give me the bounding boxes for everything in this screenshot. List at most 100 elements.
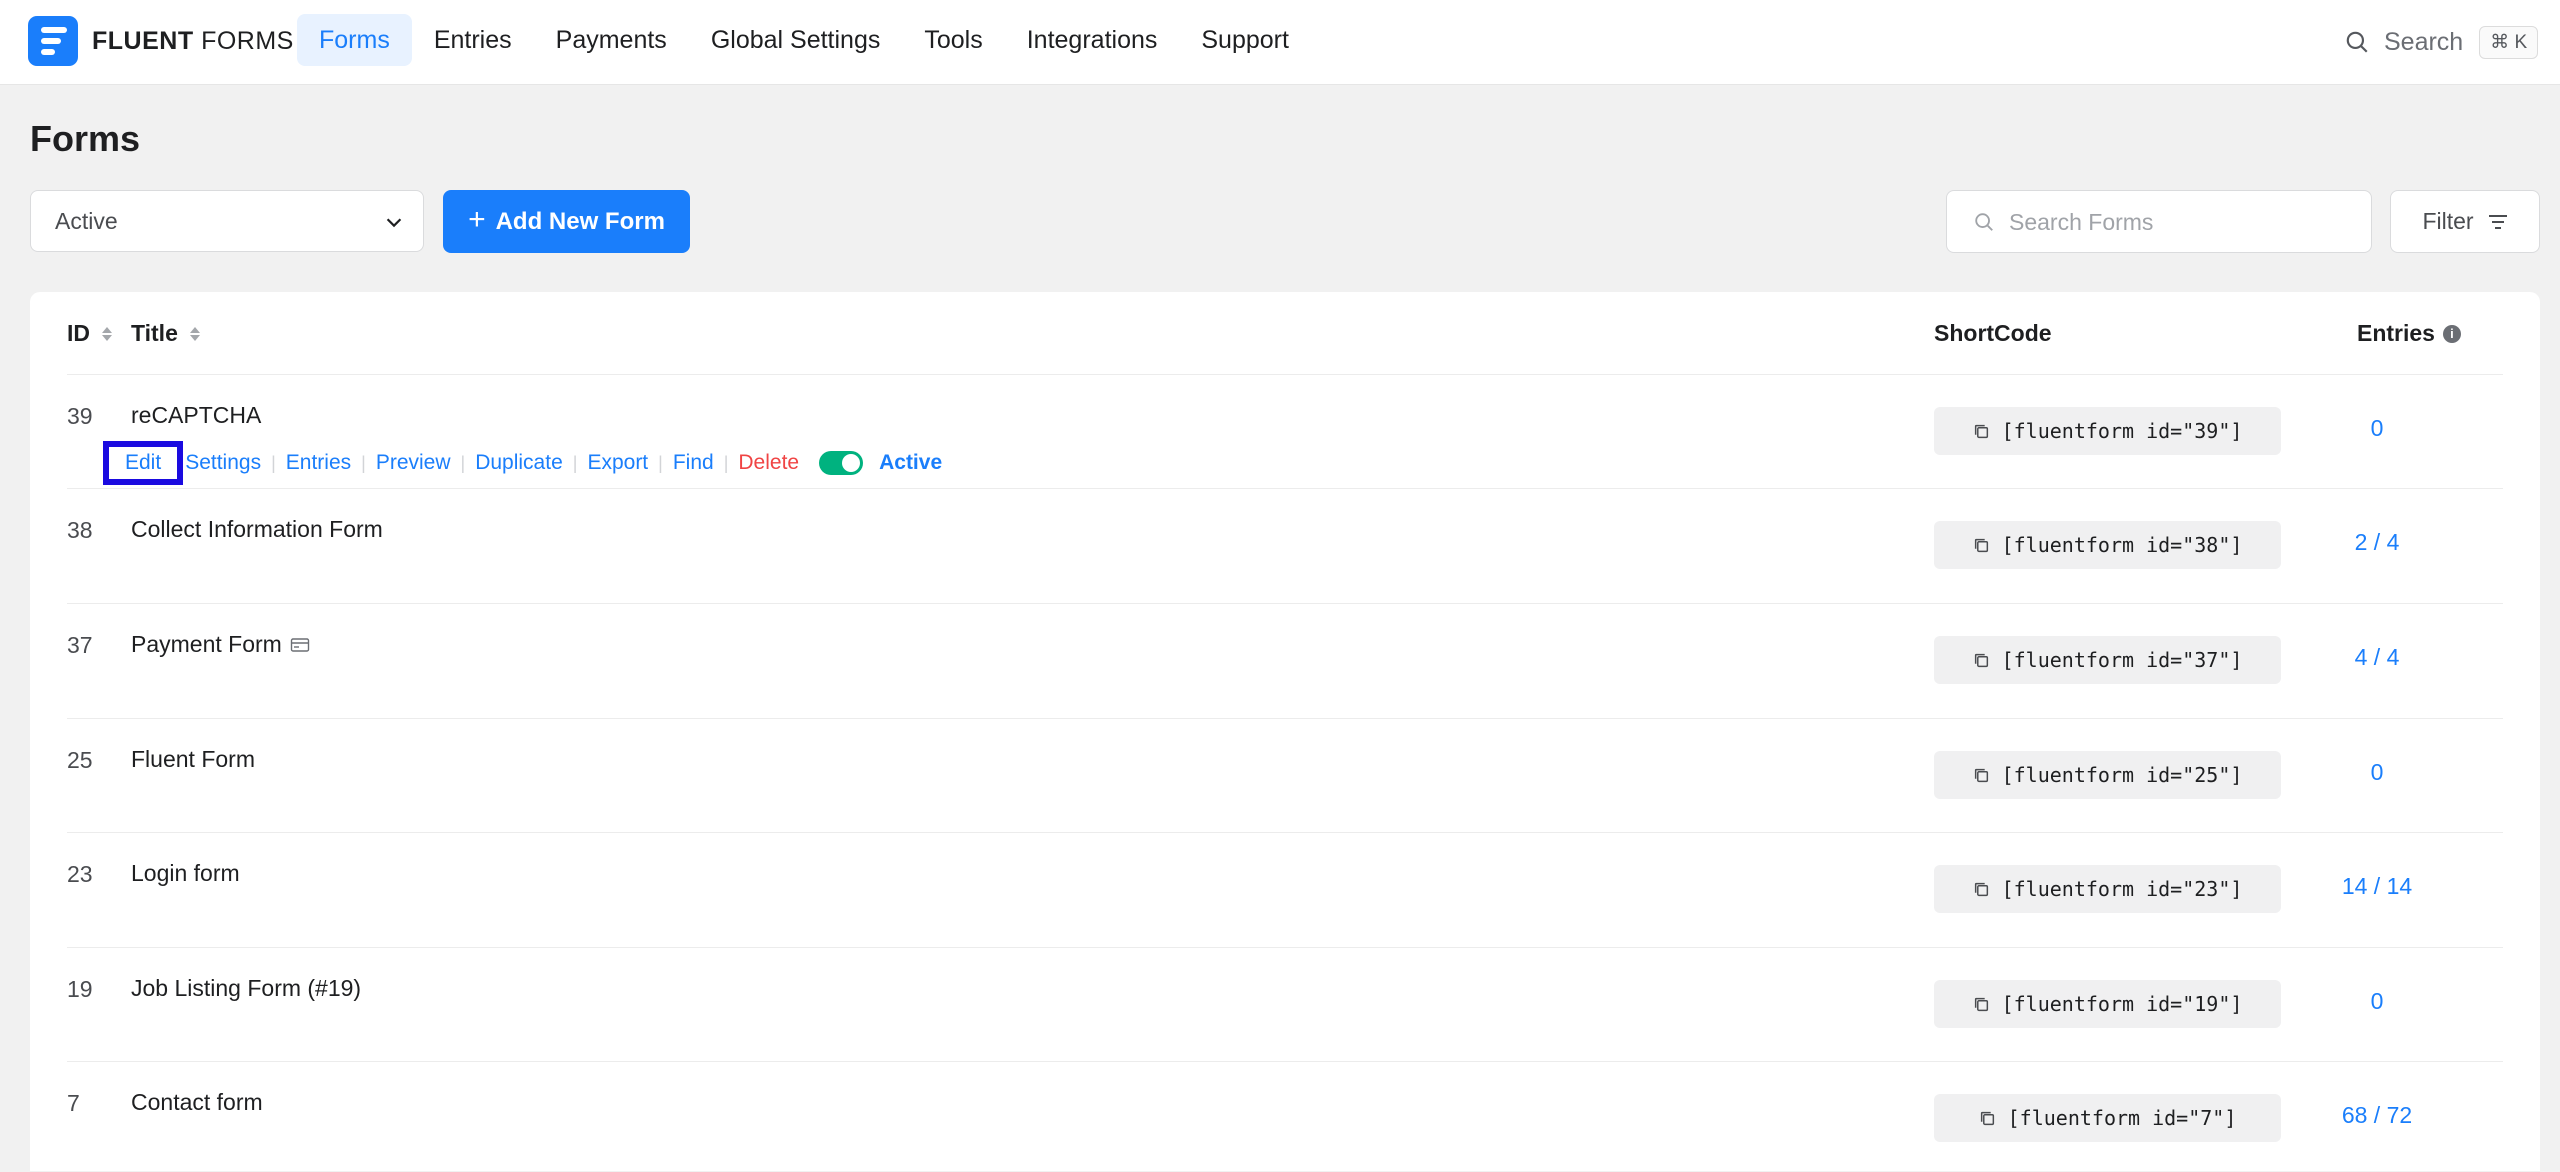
column-header-shortcode: ShortCode <box>1934 320 2052 347</box>
separator: | <box>723 452 729 473</box>
entries-count[interactable]: 4 / 4 <box>2287 644 2467 671</box>
separator: | <box>460 452 466 473</box>
add-new-form-label: Add New Form <box>495 207 665 235</box>
form-id: 19 <box>67 976 93 1002</box>
nav-support[interactable]: Support <box>1179 14 1311 66</box>
shortcode-copy-button[interactable]: [fluentform id="19"] <box>1934 980 2281 1028</box>
column-header-entries-label: Entries <box>2357 320 2435 346</box>
column-header-id[interactable]: ID <box>67 320 112 347</box>
form-id: 37 <box>67 632 93 658</box>
form-id: 7 <box>67 1090 80 1116</box>
nav-tools[interactable]: Tools <box>902 14 1004 66</box>
column-header-shortcode-label: ShortCode <box>1934 320 2052 346</box>
copy-icon <box>1974 538 1988 552</box>
form-id: 38 <box>67 517 93 543</box>
global-search-button[interactable]: Search ⌘ K <box>2344 22 2539 62</box>
separator: | <box>361 452 366 473</box>
payment-icon <box>290 637 310 652</box>
shortcode-text: [fluentform id="7"] <box>2007 1106 2237 1130</box>
table-row: 39 reCAPTCHA Edit Settings | Entries | P… <box>67 374 2503 489</box>
shortcode-copy-button[interactable]: [fluentform id="37"] <box>1934 636 2281 684</box>
copy-icon <box>1974 653 1988 667</box>
find-link[interactable]: Find <box>673 451 714 475</box>
logo-text: FLUENT FORMS <box>92 26 294 55</box>
sort-icon <box>189 326 200 341</box>
search-forms-placeholder: Search Forms <box>2009 209 2154 235</box>
column-header-title-label: Title <box>131 320 178 346</box>
copy-icon <box>1974 768 1988 782</box>
entries-count[interactable]: 0 <box>2287 759 2467 786</box>
form-id: 39 <box>67 403 93 429</box>
form-title: Payment Form <box>131 631 282 657</box>
form-title[interactable]: Login form <box>131 860 240 887</box>
duplicate-link[interactable]: Duplicate <box>475 451 563 475</box>
entries-count[interactable]: 14 / 14 <box>2287 873 2467 900</box>
search-icon <box>1975 213 1993 231</box>
edit-link[interactable]: Edit <box>125 451 161 474</box>
shortcode-text: [fluentform id="38"] <box>2001 533 2243 557</box>
filter-label: Filter <box>2422 208 2474 234</box>
filter-button[interactable]: Filter <box>2390 190 2540 253</box>
nav-payments[interactable]: Payments <box>534 14 689 66</box>
column-header-entries: Entries i <box>2357 320 2461 347</box>
form-status-toggle[interactable] <box>819 451 864 475</box>
edit-highlight-box: Edit <box>103 441 184 485</box>
copy-icon <box>1974 882 1988 896</box>
copy-icon <box>1974 424 1988 438</box>
entries-count[interactable]: 0 <box>2287 415 2467 442</box>
search-icon <box>2346 31 2368 53</box>
entries-count[interactable]: 68 / 72 <box>2287 1102 2467 1129</box>
fluent-forms-logo[interactable]: FLUENT FORMS <box>28 16 294 66</box>
entries-link[interactable]: Entries <box>286 451 351 475</box>
export-link[interactable]: Export <box>587 451 648 475</box>
preview-link[interactable]: Preview <box>376 451 451 475</box>
top-navigation-bar: FLUENT FORMS Forms Entries Payments Glob… <box>0 0 2560 85</box>
page-title: Forms <box>30 118 141 159</box>
entries-count[interactable]: 2 / 4 <box>2287 529 2467 556</box>
settings-link[interactable]: Settings <box>185 451 261 475</box>
row-actions: Edit Settings | Entries | Preview | Dupl… <box>103 441 943 485</box>
form-title[interactable]: Contact form <box>131 1089 263 1116</box>
form-title[interactable]: Job Listing Form (#19) <box>131 975 361 1002</box>
form-status-label: Active <box>879 451 943 474</box>
nav-entries[interactable]: Entries <box>412 14 534 66</box>
shortcode-copy-button[interactable]: [fluentform id="25"] <box>1934 751 2281 799</box>
separator: | <box>572 452 578 473</box>
main-nav: Forms Entries Payments Global Settings T… <box>297 14 1311 66</box>
logo-icon <box>28 16 78 66</box>
shortcode-copy-button[interactable]: [fluentform id="7"] <box>1934 1094 2281 1142</box>
shortcut-hint: ⌘ K <box>2479 25 2539 59</box>
form-title[interactable]: Collect Information Form <box>131 516 383 543</box>
table-row: 25 Fluent Form [fluentform id="25"] 0 <box>67 718 2503 833</box>
shortcode-copy-button[interactable]: [fluentform id="23"] <box>1934 865 2281 913</box>
table-row: 37 Payment Form [fluentform id="37"] 4 /… <box>67 603 2503 718</box>
table-row: 23 Login form [fluentform id="23"] 14 / … <box>67 832 2503 947</box>
shortcode-text: [fluentform id="23"] <box>2001 877 2243 901</box>
form-title[interactable]: Fluent Form <box>131 746 255 773</box>
column-header-title[interactable]: Title <box>131 320 200 347</box>
form-title-wrapper[interactable]: Payment Form <box>131 631 310 658</box>
nav-global-settings[interactable]: Global Settings <box>689 14 903 66</box>
global-search-label: Search <box>2384 27 2464 56</box>
form-id: 25 <box>67 747 93 773</box>
shortcode-copy-button[interactable]: [fluentform id="38"] <box>1934 521 2281 569</box>
sort-icon <box>102 326 112 341</box>
info-icon[interactable]: i <box>2442 324 2461 343</box>
separator: | <box>658 452 663 473</box>
status-filter-select[interactable]: Active <box>30 190 424 252</box>
nav-integrations[interactable]: Integrations <box>1005 14 1180 66</box>
chevron-down-icon <box>386 218 402 228</box>
entries-count[interactable]: 0 <box>2287 988 2467 1015</box>
shortcode-text: [fluentform id="25"] <box>2001 763 2243 787</box>
form-id: 23 <box>67 861 93 887</box>
shortcode-copy-button[interactable]: [fluentform id="39"] <box>1934 407 2281 455</box>
copy-icon <box>1980 1111 1994 1125</box>
copy-icon <box>1974 997 1988 1011</box>
filter-icon <box>2488 214 2507 229</box>
form-title[interactable]: reCAPTCHA <box>131 402 261 429</box>
search-forms-input[interactable]: Search Forms <box>1946 190 2372 253</box>
nav-forms[interactable]: Forms <box>297 14 412 66</box>
table-row: 7 Contact form [fluentform id="7"] 68 / … <box>67 1061 2503 1172</box>
add-new-form-button[interactable]: + Add New Form <box>443 190 690 253</box>
delete-link[interactable]: Delete <box>738 451 799 475</box>
